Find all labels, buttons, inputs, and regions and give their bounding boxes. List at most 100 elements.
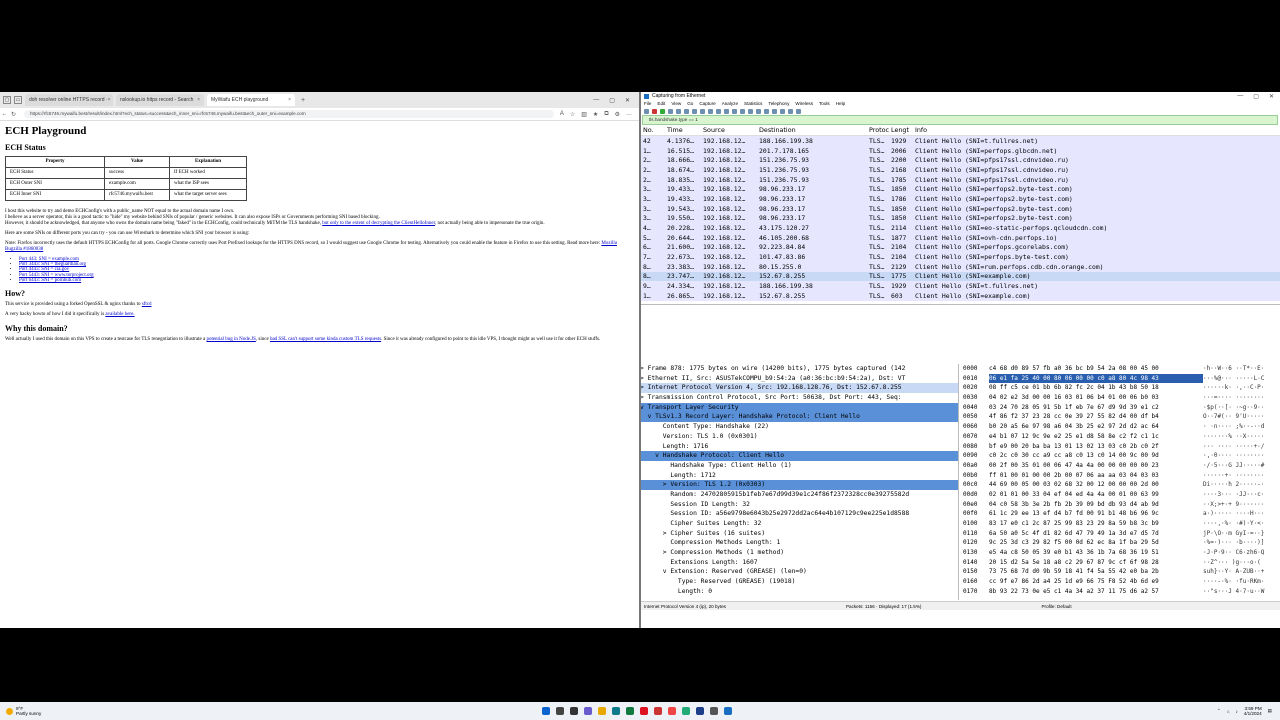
howto-link[interactable]: available here. [105, 312, 134, 317]
menu-help[interactable]: Help [836, 101, 845, 106]
read-aloud-icon[interactable]: A [560, 111, 564, 118]
packet-row[interactable]: 2… 18.674… 192.168.12… 151.236.75.93 TLS… 216… [640, 165, 1280, 175]
menu-capture[interactable]: Capture [699, 101, 715, 106]
status-profile[interactable]: Profile: Default [1041, 604, 1071, 609]
packet-row[interactable]: 6… 21.600… 192.168.12… 92.223.84.84 TLS… 2104… [640, 242, 1280, 253]
save-icon[interactable] [684, 108, 689, 114]
sftcd-link[interactable]: sftcd [142, 302, 152, 307]
detail-row[interactable]: Length: 0 [640, 587, 958, 597]
packet-row[interactable]: 1… 16.515… 192.168.12… 201.7.178.165 TLS… 200… [640, 145, 1280, 156]
port-link[interactable]: Port 6443: SNI = pornhub.com [19, 278, 81, 283]
display-filter-input[interactable]: tls.handshake.type == 1 [642, 115, 1278, 125]
favorites-icon[interactable]: ★ [593, 111, 598, 118]
packet-details-pane[interactable]: > Frame 878: 1775 bytes on wire (14200 b… [640, 364, 959, 600]
hex-row[interactable]: 0130 e5 4a c8 50 05 39 e0 b1 43 36 1b 7a … [963, 548, 1280, 558]
workspaces-icon[interactable]: ▢ [3, 96, 11, 104]
teams-icon[interactable] [584, 707, 592, 715]
extensions-icon[interactable]: ⚙ [615, 111, 620, 118]
hex-row[interactable]: 0090 c0 2c c0 30 cc a9 cc a8 c0 13 c0 14 … [963, 451, 1280, 461]
hex-row[interactable]: 0060 b0 20 a5 6e 97 98 a6 04 3b 25 e2 97 … [963, 422, 1280, 432]
packet-row[interactable]: 3… 19.543… 192.168.12… 98.96.233.17 TLS… 1850… [640, 203, 1280, 214]
hex-row[interactable]: 0010 06 e1 fa 25 40 00 80 06 00 00 c0 a8 … [963, 373, 1280, 384]
collections-icon[interactable]: ⧉ [604, 111, 608, 118]
tab-actions-icon[interactable]: ▭ [14, 96, 22, 104]
column-header-destination[interactable]: Destination [759, 126, 869, 134]
detail-row[interactable]: v Handshake Protocol: Client Hello [640, 451, 958, 461]
detail-row[interactable]: Session ID: a56e9798e6043b25e2972dd2ac64… [640, 509, 958, 519]
hex-row[interactable]: 00b0 ff 01 00 01 00 00 2b 00 07 06 aa aa … [963, 471, 1280, 481]
hex-row[interactable]: 00f0 61 1c 29 ee 13 ef d4 b7 fd 00 91 b1 … [963, 509, 1280, 519]
go-back-icon[interactable] [716, 108, 721, 114]
detail-row[interactable]: > Version: TLS 1.2 (0x0303) [640, 480, 958, 490]
close-file-icon[interactable] [692, 108, 697, 114]
detail-row[interactable]: Extensions Length: 1607 [640, 558, 958, 568]
task-view-icon[interactable] [570, 707, 578, 715]
packet-row[interactable]: 2… 18.835… 192.168.12… 151.236.75.93 TLS… 178… [640, 174, 1280, 185]
options-icon[interactable] [668, 108, 673, 114]
packet-row[interactable]: 7… 22.673… 192.168.12… 101.47.83.86 TLS… 2104… [640, 252, 1280, 262]
normal-size-icon[interactable] [788, 108, 793, 114]
detail-row[interactable]: Type: Reserved (GREASE) (19018) [640, 577, 958, 587]
tab-nslookup[interactable]: nslookup.io https record - Search × [116, 94, 204, 106]
close-tab-icon[interactable]: × [288, 97, 291, 103]
first-packet-icon[interactable] [740, 108, 745, 114]
detail-row[interactable]: Content Type: Handshake (22) [640, 422, 958, 432]
notifications-icon[interactable]: ▤ [1268, 708, 1272, 714]
hex-row[interactable]: 0080 bf e9 00 20 ba ba 13 01 13 02 13 03 … [963, 442, 1280, 452]
hex-row[interactable]: 0140 20 15 d2 5a 5e 18 a8 c2 29 67 87 9c … [963, 558, 1280, 568]
reload-icon[interactable] [700, 108, 705, 114]
hex-row[interactable]: 0020 08 ff c5 ce 01 bb 6b 82 fc 2c 04 1b … [963, 383, 1280, 393]
menu-statistics[interactable]: Statistics [744, 101, 762, 106]
detail-row[interactable]: v Extension: Reserved (GREASE) (len=0) [640, 567, 958, 577]
packet-list[interactable]: 42 4.1376… 192.168.12… 188.166.199.38 TLS… 19… [640, 136, 1280, 305]
resize-columns-icon[interactable] [796, 108, 801, 114]
hex-row[interactable]: 0170 8b 93 22 73 0e e5 c1 4a 34 a2 37 11 … [963, 587, 1280, 597]
packet-row[interactable]: 3… 19.433… 192.168.12… 98.96.233.17 TLS… 1786… [640, 194, 1280, 204]
column-header-length[interactable]: Lengt [891, 126, 915, 134]
go-forward-icon[interactable] [724, 108, 729, 114]
weather-widget[interactable]: 9°F Partly sunny [0, 706, 206, 716]
hex-row[interactable]: 0160 cc 9f e7 86 2d a4 25 1d e9 66 75 F8 … [963, 577, 1280, 587]
autoscroll-icon[interactable] [756, 108, 761, 114]
close-window-icon[interactable]: ✕ [625, 97, 630, 104]
open-icon[interactable] [676, 108, 681, 114]
menu-view[interactable]: View [671, 101, 681, 106]
detail-row[interactable]: > Cipher Suites (16 suites) [640, 529, 958, 539]
packet-row[interactable]: 2… 18.666… 192.168.12… 151.236.75.93 TLS… 220… [640, 155, 1280, 166]
hex-row[interactable]: 0030 04 02 e2 3d 00 00 16 03 01 06 b4 01 … [963, 393, 1280, 403]
packet-row[interactable]: 8… 23.747… 192.168.12… 152.67.8.255 TLS… 1775… [640, 271, 1280, 282]
detail-row[interactable]: > Compression Methods (1 method) [640, 548, 958, 558]
chrome-icon[interactable] [668, 707, 676, 715]
column-header-protocol[interactable]: Protoc [869, 126, 891, 134]
packet-row[interactable]: 4… 20.228… 192.168.12… 43.175.120.27 TLS… 211… [640, 223, 1280, 233]
edge-icon[interactable] [612, 707, 620, 715]
menu-tools[interactable]: Tools [819, 101, 830, 106]
zoom-in-icon[interactable] [772, 108, 777, 114]
column-header-no[interactable]: No. [640, 126, 667, 134]
hex-row[interactable]: 0000 c4 68 d0 89 57 fb a0 36 bc b9 54 2a … [963, 364, 1280, 374]
hex-row[interactable]: 00a0 00 2f 00 35 01 00 06 47 4a 4a 00 00 … [963, 461, 1280, 471]
file-explorer-icon[interactable] [598, 707, 606, 715]
hex-row[interactable]: 0110 6a 50 a0 5c 4f d1 82 6d 47 79 49 1a … [963, 529, 1280, 539]
tab-ech-playground[interactable]: MyWaifu ECH playground × [207, 94, 295, 106]
zoom-out-icon[interactable] [780, 108, 785, 114]
hex-row[interactable]: 0120 9c 25 3d c3 29 82 f5 00 0d 62 ec 8a … [963, 538, 1280, 548]
packet-row[interactable]: 9… 24.334… 192.168.12… 188.166.199.38 TLS… 19… [640, 281, 1280, 291]
restart-capture-icon[interactable] [660, 108, 665, 114]
hex-row[interactable]: 0100 83 17 e0 c1 2c 87 25 99 83 23 29 8a … [963, 519, 1280, 529]
packet-row[interactable]: 3… 19.550… 192.168.12… 98.96.233.17 TLS… 1850… [640, 213, 1280, 224]
hex-row[interactable]: 0070 e4 b1 07 12 9c 9e e2 25 e1 d8 58 8e … [963, 432, 1280, 442]
hex-row[interactable]: 0040 03 24 70 28 05 91 5b 1f eb 7e 67 d9 … [963, 403, 1280, 413]
menu-go[interactable]: Go [687, 101, 693, 106]
hex-row[interactable]: 0050 4f 86 f2 37 23 28 cc 0e 39 27 55 82 … [963, 412, 1280, 422]
split-screen-icon[interactable]: ▥ [581, 111, 587, 118]
find-icon[interactable] [708, 108, 713, 114]
stop-capture-icon[interactable] [652, 108, 657, 114]
shark-fin-icon[interactable] [644, 108, 649, 114]
column-header-source[interactable]: Source [703, 126, 759, 134]
packet-bytes-pane[interactable]: 0000 c4 68 d0 89 57 fb a0 36 bc b9 54 2a … [959, 364, 1280, 600]
menu-analyze[interactable]: Analyze [722, 101, 738, 106]
detail-row[interactable]: > Internet Protocol Version 4, Src: 192.… [640, 383, 958, 394]
detail-row[interactable]: Random: 24702805915b1feb7e67d99d39e1c24f… [640, 490, 958, 500]
favorite-icon[interactable]: ☆ [570, 111, 575, 118]
